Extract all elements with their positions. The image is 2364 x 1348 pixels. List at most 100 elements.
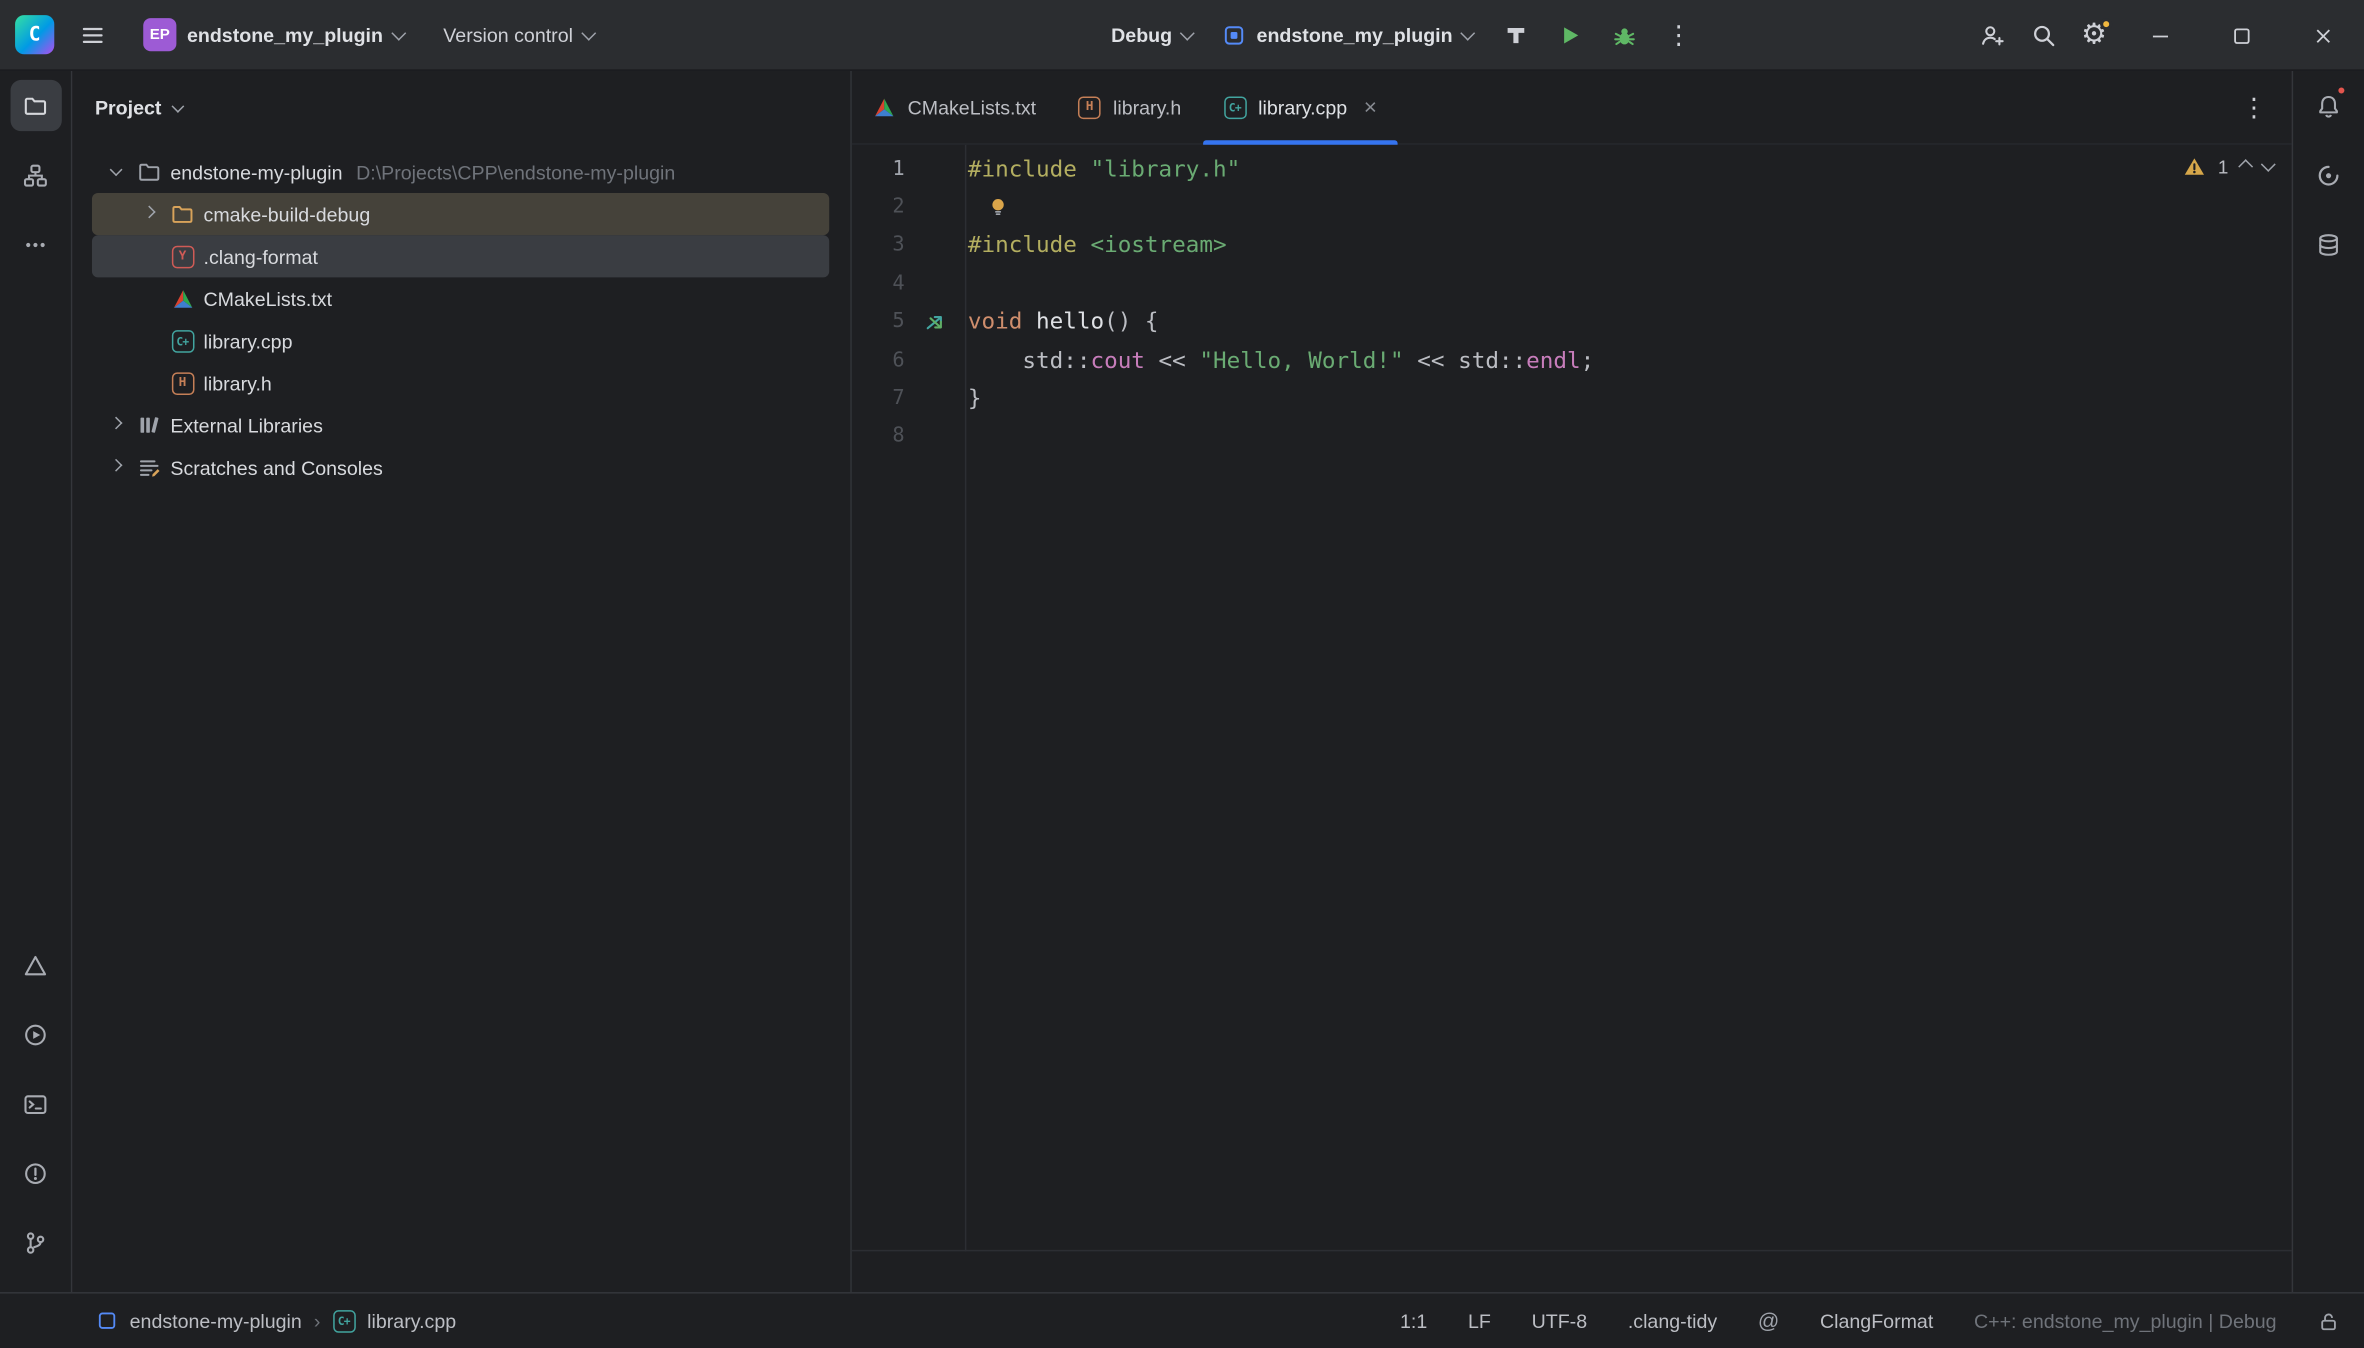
code-token: "Hello, World!" [1199, 346, 1403, 373]
project-widget[interactable]: EP endstone_my_plugin [130, 9, 418, 60]
hammer-icon [1503, 23, 1529, 49]
tree-item-cmake-build-debug[interactable]: cmake-build-debug [92, 193, 829, 235]
clang-tidy-status[interactable]: .clang-tidy [1628, 1309, 1717, 1332]
previous-problem-button[interactable] [2238, 159, 2253, 174]
libraries-icon [133, 409, 166, 442]
editor-tab-library-cpp[interactable]: C+library.cpp× [1202, 71, 1398, 143]
problems-toolwindow-button[interactable] [10, 1147, 61, 1198]
intention-bulb-icon[interactable] [988, 196, 1009, 217]
code-token: :: [1063, 346, 1090, 373]
chevron-right-icon[interactable] [100, 409, 133, 442]
database-icon [2316, 231, 2342, 257]
services-toolwindow-button[interactable] [10, 1009, 61, 1060]
line-separator[interactable]: LF [1468, 1309, 1491, 1332]
ai-assistant-button[interactable] [2303, 149, 2354, 200]
line-number[interactable]: 7 [852, 386, 905, 410]
project-panel-header[interactable]: Project [72, 71, 850, 145]
code-token: std [968, 346, 1063, 373]
formatter-status[interactable]: ClangFormat [1820, 1309, 1933, 1332]
titlebar: C EP endstone_my_plugin Version control … [0, 0, 2364, 71]
tree-item-library-cpp[interactable]: C+library.cpp [92, 320, 829, 362]
code-token: << [1404, 346, 1458, 373]
run-config-selector[interactable]: endstone_my_plugin [1210, 10, 1487, 61]
breadcrumb-project[interactable]: endstone-my-plugin [130, 1309, 302, 1332]
code-token: } [968, 384, 982, 411]
tab-close-icon[interactable]: × [1364, 96, 1377, 119]
more-toolwindows-button[interactable] [10, 219, 61, 270]
code-with-me-button[interactable] [1966, 10, 2017, 61]
tree-item-clang-format[interactable]: Y.clang-format [92, 235, 829, 277]
inspections-profile-icon[interactable]: @ [1758, 1309, 1779, 1333]
line-number[interactable]: 6 [852, 348, 905, 372]
debug-button[interactable] [1599, 10, 1650, 61]
run-button[interactable] [1545, 10, 1596, 61]
folder-build-icon [166, 198, 199, 231]
code-line-4[interactable]: 4 [852, 264, 2292, 302]
code-line-1[interactable]: 1#include "library.h" [852, 149, 2292, 187]
line-number[interactable]: 8 [852, 424, 905, 448]
clion-logo-icon[interactable]: C [15, 15, 54, 54]
maximize-button[interactable] [2201, 0, 2282, 71]
breadcrumb-file[interactable]: library.cpp [367, 1309, 456, 1332]
lock-icon[interactable] [2317, 1309, 2340, 1332]
settings-button[interactable]: ⚙ [2069, 10, 2120, 61]
line-number[interactable]: 5 [852, 309, 905, 333]
editor-tab-bar: CMakeLists.txtHlibrary.hC+library.cpp× ⋮ [852, 71, 2292, 145]
tree-item-library-h[interactable]: Hlibrary.h [92, 362, 829, 404]
search-everywhere-button[interactable] [2017, 10, 2068, 61]
code-line-7[interactable]: 7} [852, 379, 2292, 417]
left-toolwindow-strip [0, 71, 72, 1292]
notifications-button[interactable] [2303, 80, 2354, 131]
tree-item-cmakelists-txt[interactable]: CMakeLists.txt [92, 277, 829, 319]
tab-label: library.h [1113, 96, 1181, 119]
resolve-context[interactable]: C++: endstone_my_plugin | Debug [1974, 1309, 2277, 1332]
line-number[interactable]: 4 [852, 271, 905, 295]
cmake-toolwindow-button[interactable] [10, 939, 61, 990]
structure-toolwindow-button[interactable] [10, 149, 61, 200]
inspections-widget[interactable]: 1 [2183, 155, 2273, 178]
project-toolwindow-button[interactable] [10, 80, 61, 131]
titlebar-right-group: ⚙ [1966, 0, 2364, 71]
tree-item-scratches-and-consoles[interactable]: Scratches and Consoles [92, 446, 829, 488]
code-editor[interactable]: 1#include "library.h"23#include <iostrea… [852, 145, 2292, 1292]
code-line-6[interactable]: 6 std::cout << "Hello, World!" << std::e… [852, 341, 2292, 379]
code-line-5[interactable]: 5void hello() { [852, 302, 2292, 340]
vcs-widget[interactable]: Version control [430, 9, 608, 60]
minimize-button[interactable] [2120, 0, 2201, 71]
goto-declaration-gutter-icon[interactable] [905, 310, 965, 333]
tree-item-external-libraries[interactable]: External Libraries [92, 404, 829, 446]
play-circle-icon [23, 1021, 49, 1047]
code-line-2[interactable]: 2 [852, 188, 2292, 226]
tab-options-button[interactable]: ⋮ [2228, 81, 2279, 132]
line-number[interactable]: 1 [852, 156, 905, 180]
more-actions-button[interactable]: ⋮ [1653, 10, 1704, 61]
code-token: cout [1090, 346, 1144, 373]
tree-item-endstone-my-plugin[interactable]: endstone-my-pluginD:\Projects\CPP\endsto… [92, 151, 829, 193]
editor-tab-cmakelists-txt[interactable]: CMakeLists.txt [852, 71, 1057, 143]
close-button[interactable] [2283, 0, 2364, 71]
run-mode-selector[interactable]: Debug [1098, 10, 1207, 61]
code-token: hello [1036, 308, 1104, 335]
line-number[interactable]: 3 [852, 233, 905, 257]
database-button[interactable] [2303, 219, 2354, 270]
build-button[interactable] [1490, 10, 1541, 61]
code-line-3[interactable]: 3#include <iostream> [852, 226, 2292, 264]
line-number[interactable]: 2 [852, 195, 905, 219]
terminal-icon [23, 1091, 49, 1117]
code-token: endl [1526, 346, 1580, 373]
caret-position[interactable]: 1:1 [1400, 1309, 1427, 1332]
code-token: std [1458, 346, 1499, 373]
code-token: #include [968, 155, 1091, 182]
file-encoding[interactable]: UTF-8 [1532, 1309, 1588, 1332]
terminal-toolwindow-button[interactable] [10, 1078, 61, 1129]
editor-tab-library-h[interactable]: Hlibrary.h [1057, 71, 1202, 143]
code-token: << [1145, 346, 1199, 373]
cpp-icon: C+ [166, 324, 199, 357]
version-control-toolwindow-button[interactable] [10, 1217, 61, 1268]
chevron-right-icon[interactable] [133, 198, 166, 231]
code-line-8[interactable]: 8 [852, 417, 2292, 455]
main-menu-button[interactable] [66, 9, 117, 60]
next-problem-button[interactable] [2261, 157, 2276, 172]
chevron-down-icon[interactable] [100, 155, 133, 188]
chevron-right-icon[interactable] [100, 451, 133, 484]
